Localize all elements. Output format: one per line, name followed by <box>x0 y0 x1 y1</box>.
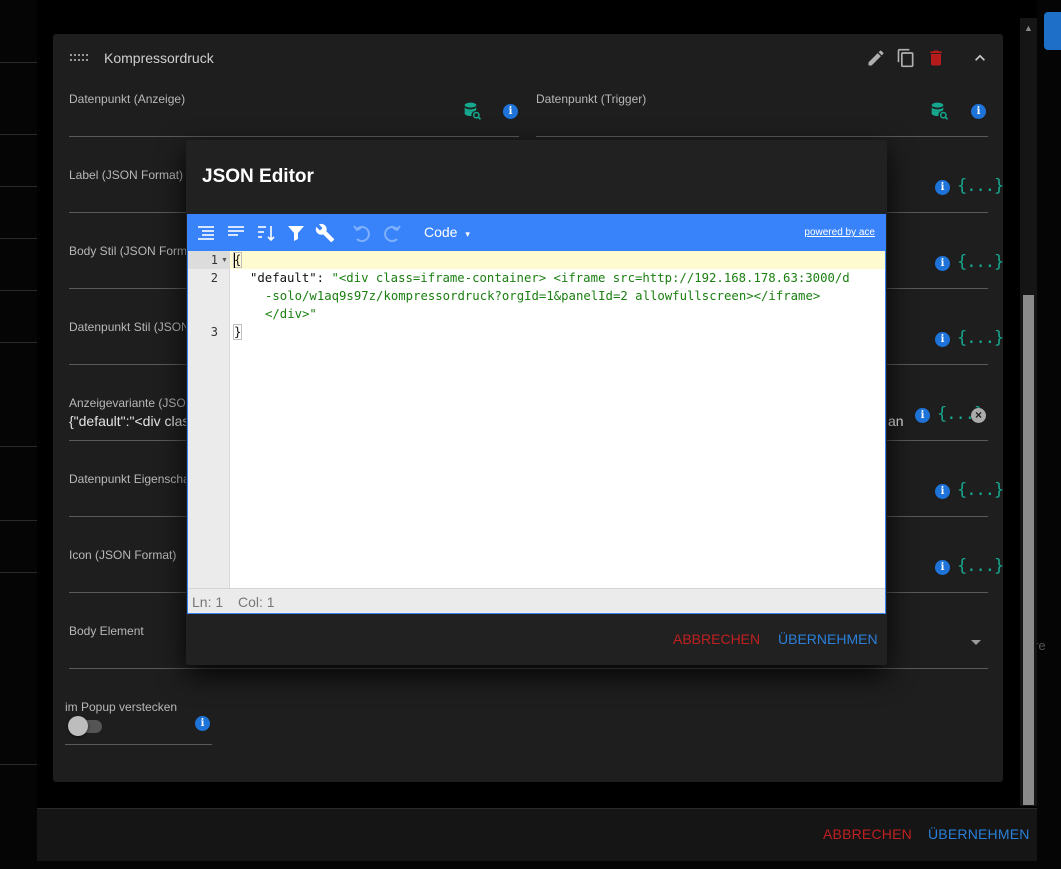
info-icon[interactable]: i <box>935 180 950 195</box>
card-title: Kompressordruck <box>104 50 214 66</box>
dropdown-arrow-icon[interactable] <box>971 640 981 645</box>
status-column: Col: 1 <box>238 594 275 610</box>
info-icon[interactable]: i <box>195 716 210 731</box>
compact-icon[interactable] <box>226 223 246 243</box>
label-body-style: Body Stil (JSON Form <box>69 244 188 258</box>
label-body-element: Body Element <box>69 624 144 638</box>
info-icon[interactable]: i <box>935 484 950 499</box>
sort-icon[interactable] <box>256 223 276 243</box>
info-icon[interactable]: i <box>971 104 986 119</box>
toggle-knob[interactable] <box>68 716 88 736</box>
label-hide-in-popup: im Popup verstecken <box>65 700 178 714</box>
filter-icon[interactable] <box>286 223 306 243</box>
edit-icon[interactable] <box>866 48 886 68</box>
editor-apply-button[interactable]: ÜBERNEHMEN <box>778 631 878 647</box>
json-editor-icon[interactable]: {...} <box>957 556 1004 576</box>
background-divider <box>0 446 38 447</box>
editor-status-bar: Ln: 1 Col: 1 <box>188 588 885 613</box>
redo-icon[interactable] <box>382 223 402 243</box>
info-icon[interactable]: i <box>935 560 950 575</box>
line-number: 2 <box>210 271 218 285</box>
status-line: Ln: 1 <box>192 594 224 610</box>
info-icon[interactable]: i <box>503 104 518 119</box>
label-datapoint-trigger: Datenpunkt (Trigger) <box>536 92 647 106</box>
copy-icon[interactable] <box>896 48 916 68</box>
scroll-thumb[interactable] <box>1023 295 1034 805</box>
clear-icon[interactable]: × <box>971 408 986 423</box>
background-divider <box>0 572 38 573</box>
label-icon-json: Icon (JSON Format) <box>69 548 177 562</box>
background-divider <box>0 520 38 521</box>
input-underline <box>65 744 212 745</box>
line-number: 3 <box>210 325 218 339</box>
display-variant-value-tail: an <box>888 413 904 429</box>
label-display-variant: Anzeigevariante (JSON <box>69 396 195 410</box>
drag-handle-icon[interactable] <box>70 54 92 62</box>
json-editor-dialog: JSON Editor Code ▾ powered by ace 1 ▼ 2 … <box>186 140 887 665</box>
apply-button[interactable]: ÜBERNEHMEN <box>928 826 1030 842</box>
dialog-footer: ABBRECHEN ÜBERNEHMEN <box>37 808 1037 861</box>
undo-icon[interactable] <box>352 223 372 243</box>
label-datapoint-style: Datenpunkt Stil (JSON <box>69 320 190 334</box>
code-line: { <box>232 252 243 268</box>
code-line: } <box>232 324 243 340</box>
info-icon[interactable]: i <box>935 332 950 347</box>
fold-arrow-icon[interactable]: ▼ <box>221 257 228 264</box>
code-line: -solo/w1aq9s97z/kompressordruck?orgId=1&… <box>265 289 821 303</box>
dialog-scrollbar[interactable]: ▲ ▼ <box>1020 18 1037 806</box>
background-divider <box>0 238 38 239</box>
cancel-button[interactable]: ABBRECHEN <box>823 826 912 842</box>
card-header: Kompressordruck <box>53 34 1003 82</box>
editor-toolbar: Code ▾ powered by ace <box>188 215 885 251</box>
background-action-button <box>1044 12 1061 50</box>
code-line: </div>" <box>265 307 317 321</box>
scroll-down-icon[interactable]: ▼ <box>1020 788 1037 805</box>
label-label-json: Label (JSON Format) <box>69 168 184 182</box>
info-icon[interactable]: i <box>915 408 930 423</box>
delete-icon[interactable] <box>926 48 946 68</box>
chevron-down-icon: ▾ <box>465 229 470 239</box>
label-datapoint-display: Datenpunkt (Anzeige) <box>69 92 186 106</box>
background-divider <box>0 342 38 343</box>
collapse-icon[interactable] <box>970 48 990 68</box>
scroll-up-icon[interactable]: ▲ <box>1020 20 1037 37</box>
json-editor-icon[interactable]: {...} <box>957 176 1004 196</box>
background-divider <box>0 134 38 135</box>
line-number-gutter <box>188 251 230 588</box>
database-search-icon[interactable] <box>463 100 483 122</box>
line-number: 1 <box>210 253 218 267</box>
dialog-title: JSON Editor <box>202 166 314 187</box>
active-line-highlight <box>188 251 885 269</box>
mode-select[interactable]: Code ▾ <box>424 224 470 240</box>
select-underline <box>69 668 988 669</box>
json-editor-icon[interactable]: {...} <box>957 252 1004 272</box>
background-divider <box>0 764 38 765</box>
format-icon[interactable] <box>196 223 216 243</box>
text-cursor <box>234 253 235 268</box>
code-line: "default": "<div class=iframe-container>… <box>250 271 850 285</box>
json-editor-icon[interactable]: {...} <box>957 480 1004 500</box>
display-variant-value[interactable]: {"default":"<div clas <box>69 413 189 429</box>
info-icon[interactable]: i <box>935 256 950 271</box>
background-divider <box>0 62 38 63</box>
database-search-icon[interactable] <box>930 100 950 122</box>
json-editor: Code ▾ powered by ace 1 ▼ 2 3 { "default… <box>187 214 886 614</box>
label-datapoint-properties: Datenpunkt Eigenscha <box>69 472 190 486</box>
editor-cancel-button[interactable]: ABBRECHEN <box>673 631 760 647</box>
background-divider <box>0 186 38 187</box>
input-underline <box>69 136 519 137</box>
mode-label: Code <box>424 224 458 240</box>
background-divider <box>0 290 38 291</box>
json-editor-icon[interactable]: {...} <box>957 328 1004 348</box>
powered-by-link[interactable]: powered by ace <box>804 227 875 238</box>
repair-icon[interactable] <box>315 223 335 243</box>
input-underline <box>536 136 988 137</box>
